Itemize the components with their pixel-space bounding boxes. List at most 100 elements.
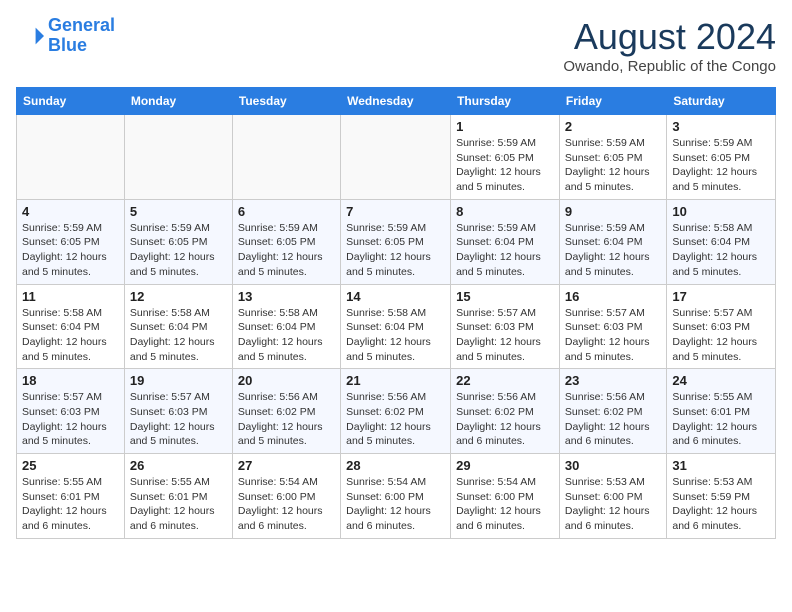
day-info: Sunrise: 5:59 AM Sunset: 6:04 PM Dayligh… <box>456 221 554 280</box>
day-info: Sunrise: 5:57 AM Sunset: 6:03 PM Dayligh… <box>130 390 227 449</box>
day-number: 18 <box>22 373 119 388</box>
day-info: Sunrise: 5:57 AM Sunset: 6:03 PM Dayligh… <box>456 306 554 365</box>
calendar-day-cell <box>232 115 340 200</box>
day-of-week-header: Monday <box>124 88 232 115</box>
day-info: Sunrise: 5:56 AM Sunset: 6:02 PM Dayligh… <box>456 390 554 449</box>
calendar-week-row: 4Sunrise: 5:59 AM Sunset: 6:05 PM Daylig… <box>17 199 776 284</box>
logo-text: General Blue <box>48 16 115 56</box>
day-info: Sunrise: 5:57 AM Sunset: 6:03 PM Dayligh… <box>22 390 119 449</box>
calendar-day-cell: 10 Sunrise: 5:58 AM Sunset: 6:04 PM Dayli… <box>667 199 776 284</box>
day-number: 19 <box>130 373 227 388</box>
location-subtitle: Owando, Republic of the Congo <box>563 58 776 75</box>
calendar-day-cell: 20Sunrise: 5:56 AM Sunset: 6:02 PM Dayli… <box>232 369 340 454</box>
calendar-day-cell: 31 Sunrise: 5:53 AM Sunset: 5:59 PM Dayli… <box>667 454 776 539</box>
calendar-day-cell: 6 Sunrise: 5:59 AM Sunset: 6:05 PM Daylig… <box>232 199 340 284</box>
day-number: 22 <box>456 373 554 388</box>
calendar-day-cell: 8 Sunrise: 5:59 AM Sunset: 6:04 PM Daylig… <box>451 199 560 284</box>
day-number: 14 <box>346 289 445 304</box>
day-info: Sunrise: 5:56 AM Sunset: 6:02 PM Dayligh… <box>346 390 445 449</box>
day-number: 13 <box>238 289 335 304</box>
calendar-day-cell <box>341 115 451 200</box>
day-number: 7 <box>346 204 445 219</box>
month-year-title: August 2024 <box>563 16 776 58</box>
calendar-day-cell: 15 Sunrise: 5:57 AM Sunset: 6:03 PM Dayli… <box>451 284 560 369</box>
day-info: Sunrise: 5:55 AM Sunset: 6:01 PM Dayligh… <box>672 390 770 449</box>
day-number: 15 <box>456 289 554 304</box>
day-info: Sunrise: 5:55 AM Sunset: 6:01 PM Dayligh… <box>130 475 227 534</box>
day-number: 10 <box>672 204 770 219</box>
calendar-day-cell: 29Sunrise: 5:54 AM Sunset: 6:00 PM Dayli… <box>451 454 560 539</box>
calendar-day-cell: 1 Sunrise: 5:59 AM Sunset: 6:05 PM Daylig… <box>451 115 560 200</box>
calendar-day-cell: 22 Sunrise: 5:56 AM Sunset: 6:02 PM Dayli… <box>451 369 560 454</box>
day-number: 5 <box>130 204 227 219</box>
day-info: Sunrise: 5:55 AM Sunset: 6:01 PM Dayligh… <box>22 475 119 534</box>
day-info: Sunrise: 5:54 AM Sunset: 6:00 PM Dayligh… <box>238 475 335 534</box>
calendar-day-cell: 21 Sunrise: 5:56 AM Sunset: 6:02 PM Dayli… <box>341 369 451 454</box>
day-info: Sunrise: 5:58 AM Sunset: 6:04 PM Dayligh… <box>238 306 335 365</box>
day-of-week-header: Saturday <box>667 88 776 115</box>
day-info: Sunrise: 5:58 AM Sunset: 6:04 PM Dayligh… <box>130 306 227 365</box>
calendar-day-cell: 7Sunrise: 5:59 AM Sunset: 6:05 PM Daylig… <box>341 199 451 284</box>
calendar-day-cell: 3Sunrise: 5:59 AM Sunset: 6:05 PM Daylig… <box>667 115 776 200</box>
calendar-day-cell: 18 Sunrise: 5:57 AM Sunset: 6:03 PM Dayli… <box>17 369 125 454</box>
day-number: 26 <box>130 458 227 473</box>
calendar-day-cell: 13 Sunrise: 5:58 AM Sunset: 6:04 PM Dayli… <box>232 284 340 369</box>
day-number: 30 <box>565 458 661 473</box>
day-info: Sunrise: 5:56 AM Sunset: 6:02 PM Dayligh… <box>565 390 661 449</box>
day-number: 9 <box>565 204 661 219</box>
day-of-week-header: Thursday <box>451 88 560 115</box>
calendar-table: SundayMondayTuesdayWednesdayThursdayFrid… <box>16 87 776 539</box>
day-info: Sunrise: 5:54 AM Sunset: 6:00 PM Dayligh… <box>346 475 445 534</box>
calendar-week-row: 11 Sunrise: 5:58 AM Sunset: 6:04 PM Dayli… <box>17 284 776 369</box>
day-info: Sunrise: 5:58 AM Sunset: 6:04 PM Dayligh… <box>672 221 770 280</box>
calendar-day-cell: 4Sunrise: 5:59 AM Sunset: 6:05 PM Daylig… <box>17 199 125 284</box>
day-info: Sunrise: 5:57 AM Sunset: 6:03 PM Dayligh… <box>672 306 770 365</box>
day-number: 12 <box>130 289 227 304</box>
logo: General Blue <box>16 16 115 56</box>
day-number: 31 <box>672 458 770 473</box>
day-number: 20 <box>238 373 335 388</box>
day-number: 2 <box>565 119 661 134</box>
day-of-week-header: Tuesday <box>232 88 340 115</box>
day-number: 28 <box>346 458 445 473</box>
calendar-week-row: 1 Sunrise: 5:59 AM Sunset: 6:05 PM Daylig… <box>17 115 776 200</box>
calendar-day-cell: 5 Sunrise: 5:59 AM Sunset: 6:05 PM Daylig… <box>124 199 232 284</box>
day-of-week-header: Wednesday <box>341 88 451 115</box>
day-info: Sunrise: 5:59 AM Sunset: 6:05 PM Dayligh… <box>565 136 661 195</box>
day-number: 17 <box>672 289 770 304</box>
calendar-day-cell: 11 Sunrise: 5:58 AM Sunset: 6:04 PM Dayli… <box>17 284 125 369</box>
day-info: Sunrise: 5:59 AM Sunset: 6:05 PM Dayligh… <box>238 221 335 280</box>
calendar-day-cell: 16 Sunrise: 5:57 AM Sunset: 6:03 PM Dayli… <box>559 284 666 369</box>
calendar-day-cell: 12 Sunrise: 5:58 AM Sunset: 6:04 PM Dayli… <box>124 284 232 369</box>
calendar-day-cell: 17 Sunrise: 5:57 AM Sunset: 6:03 PM Dayli… <box>667 284 776 369</box>
calendar-body: 1 Sunrise: 5:59 AM Sunset: 6:05 PM Daylig… <box>17 115 776 539</box>
calendar-day-cell <box>17 115 125 200</box>
calendar-week-row: 25Sunrise: 5:55 AM Sunset: 6:01 PM Dayli… <box>17 454 776 539</box>
calendar-day-cell: 28 Sunrise: 5:54 AM Sunset: 6:00 PM Dayli… <box>341 454 451 539</box>
calendar-day-cell: 2 Sunrise: 5:59 AM Sunset: 6:05 PM Daylig… <box>559 115 666 200</box>
calendar-day-cell: 26 Sunrise: 5:55 AM Sunset: 6:01 PM Dayli… <box>124 454 232 539</box>
day-of-week-header: Friday <box>559 88 666 115</box>
day-info: Sunrise: 5:59 AM Sunset: 6:05 PM Dayligh… <box>672 136 770 195</box>
day-number: 11 <box>22 289 119 304</box>
day-info: Sunrise: 5:58 AM Sunset: 6:04 PM Dayligh… <box>22 306 119 365</box>
day-number: 21 <box>346 373 445 388</box>
day-number: 8 <box>456 204 554 219</box>
calendar-day-cell: 19 Sunrise: 5:57 AM Sunset: 6:03 PM Dayli… <box>124 369 232 454</box>
calendar-day-cell: 9Sunrise: 5:59 AM Sunset: 6:04 PM Daylig… <box>559 199 666 284</box>
day-info: Sunrise: 5:59 AM Sunset: 6:05 PM Dayligh… <box>456 136 554 195</box>
calendar-day-cell: 30Sunrise: 5:53 AM Sunset: 6:00 PM Dayli… <box>559 454 666 539</box>
calendar-day-cell: 24Sunrise: 5:55 AM Sunset: 6:01 PM Dayli… <box>667 369 776 454</box>
day-number: 1 <box>456 119 554 134</box>
calendar-week-row: 18 Sunrise: 5:57 AM Sunset: 6:03 PM Dayli… <box>17 369 776 454</box>
day-number: 16 <box>565 289 661 304</box>
day-info: Sunrise: 5:59 AM Sunset: 6:05 PM Dayligh… <box>130 221 227 280</box>
day-of-week-header: Sunday <box>17 88 125 115</box>
day-info: Sunrise: 5:53 AM Sunset: 5:59 PM Dayligh… <box>672 475 770 534</box>
day-info: Sunrise: 5:59 AM Sunset: 6:05 PM Dayligh… <box>22 221 119 280</box>
day-info: Sunrise: 5:57 AM Sunset: 6:03 PM Dayligh… <box>565 306 661 365</box>
title-section: August 2024 Owando, Republic of the Cong… <box>563 16 776 75</box>
day-number: 23 <box>565 373 661 388</box>
day-info: Sunrise: 5:54 AM Sunset: 6:00 PM Dayligh… <box>456 475 554 534</box>
day-number: 6 <box>238 204 335 219</box>
